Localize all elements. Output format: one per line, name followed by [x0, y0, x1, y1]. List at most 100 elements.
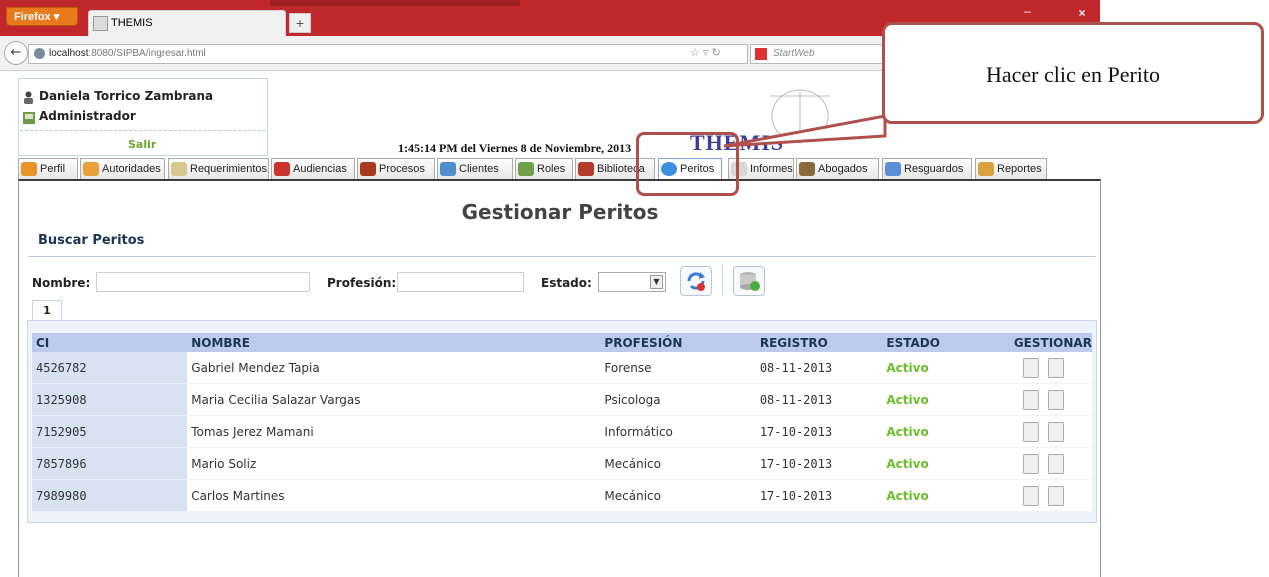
firefox-menu-button[interactable]: Firefox ▾ [6, 7, 78, 26]
cell-ci: 4526782 [32, 352, 188, 384]
tab-label: Roles [537, 163, 566, 175]
nombre-input[interactable] [96, 272, 310, 292]
tab-label: Requerimientos [190, 163, 268, 175]
column-header-registro: REGISTRO [755, 333, 883, 352]
close-icon: × [1078, 6, 1086, 20]
minimize-icon: – [1024, 4, 1031, 18]
cell-nombre: Carlos Martines [187, 479, 601, 512]
cell-gestionar [1009, 447, 1092, 480]
delete-icon[interactable] [1047, 389, 1064, 410]
browser-tab[interactable]: THEMIS [88, 10, 286, 36]
cell-ci: 7989980 [32, 479, 188, 512]
delete-icon[interactable] [1047, 421, 1064, 442]
edit-icon[interactable] [1022, 389, 1039, 410]
callout-pointer [723, 114, 887, 148]
url-path: :8080/SIPBA/ingresar.html [88, 48, 206, 59]
url-host: localhost [49, 48, 89, 59]
requirements-icon [171, 162, 187, 177]
cell-profesion: Psicologa [600, 383, 756, 416]
nombre-label: Nombre: [32, 276, 91, 290]
site-identity-icon [34, 48, 45, 59]
delete-icon[interactable] [1047, 453, 1064, 474]
safeguards-icon [885, 162, 901, 177]
cell-profesion: Informático [600, 415, 756, 448]
cell-estado: Activo [882, 415, 1010, 448]
tab-clientes[interactable]: Clientes [437, 158, 513, 180]
cell-registro: 17-10-2013 [755, 479, 883, 512]
user-role: Administrador [39, 109, 136, 123]
tab-label: Abogados [818, 163, 868, 175]
tab-resguardos[interactable]: Resguardos [882, 158, 972, 180]
table-header-row: CI NOMBRE PROFESIÓN REGISTRO ESTADO GEST… [32, 333, 1092, 352]
tab-perfil[interactable]: Perfil [18, 158, 78, 180]
cell-gestionar [1009, 479, 1092, 512]
titlebar-decoration [270, 0, 520, 6]
table-row: 7989980 Carlos Martines Mecánico 17-10-2… [32, 479, 1092, 512]
logout-link[interactable]: Salir [128, 138, 156, 151]
pagination-page-1[interactable]: 1 [32, 300, 62, 320]
processes-icon [360, 162, 376, 177]
user-role-row: Administrador [23, 105, 136, 124]
cell-nombre: Mario Soliz [187, 447, 601, 480]
cell-estado: Activo [882, 479, 1010, 512]
tab-requerimientos[interactable]: Requerimientos [168, 158, 269, 180]
cell-registro: 08-11-2013 [755, 352, 883, 384]
cell-nombre: Maria Cecilia Salazar Vargas [187, 383, 601, 416]
current-datetime: 1:45:14 PM del Viernes 8 de Noviembre, 2… [398, 141, 632, 155]
hearings-icon [274, 162, 290, 177]
cell-gestionar [1009, 415, 1092, 448]
refresh-button[interactable] [680, 266, 712, 296]
tab-procesos[interactable]: Procesos [357, 158, 435, 180]
tab-label: Audiencias [293, 163, 347, 175]
tab-roles[interactable]: Roles [515, 158, 573, 180]
tab-title: THEMIS [111, 17, 153, 29]
reports-icon [978, 162, 994, 177]
cell-ci: 7857896 [32, 447, 188, 480]
section-title: Buscar Peritos [38, 233, 145, 248]
tab-audiencias[interactable]: Audiencias [271, 158, 355, 180]
cell-profesion: Mecánico [600, 447, 756, 480]
delete-icon[interactable] [1047, 357, 1064, 378]
estado-label: Estado: [541, 276, 592, 290]
tab-label: Informes [750, 163, 793, 175]
bookmark-star-icon[interactable]: ☆ ▿ ↻ [690, 46, 721, 59]
divider [28, 256, 1096, 257]
add-perito-button[interactable] [733, 266, 765, 296]
profesion-label: Profesión: [327, 276, 397, 290]
estado-select[interactable]: ▼ [598, 272, 666, 292]
table-row: 1325908 Maria Cecilia Salazar Vargas Psi… [32, 383, 1092, 416]
profesion-input[interactable] [397, 272, 524, 292]
tab-reportes[interactable]: Reportes [975, 158, 1047, 180]
clients-icon [440, 162, 456, 177]
delete-icon[interactable] [1047, 485, 1064, 506]
table-row: 7152905 Tomas Jerez Mamani Informático 1… [32, 415, 1092, 448]
library-icon [578, 162, 594, 177]
table-row: 4526782 Gabriel Mendez Tapia Forense 08-… [32, 352, 1092, 384]
tab-abogados[interactable]: Abogados [796, 158, 879, 180]
column-header-ci: CI [32, 333, 188, 352]
page-title: Gestionar Peritos [461, 200, 659, 224]
table-row: 7857896 Mario Soliz Mecánico 17-10-2013 … [32, 447, 1092, 480]
cell-gestionar [1009, 383, 1092, 416]
cell-registro: 17-10-2013 [755, 415, 883, 448]
edit-icon[interactable] [1022, 453, 1039, 474]
column-header-gestionar: GESTIONAR [1009, 333, 1092, 352]
cell-nombre: Gabriel Mendez Tapia [187, 352, 601, 384]
tab-label: Clientes [459, 163, 499, 175]
profile-icon [21, 162, 37, 177]
edit-icon[interactable] [1022, 421, 1039, 442]
new-tab-button[interactable]: + [289, 13, 311, 33]
tab-autoridades[interactable]: Autoridades [80, 158, 165, 180]
refresh-icon [687, 272, 705, 291]
peritos-table: CI NOMBRE PROFESIÓN REGISTRO ESTADO GEST… [32, 333, 1092, 512]
edit-icon[interactable] [1022, 485, 1039, 506]
lawyers-icon [799, 162, 815, 177]
close-window-button[interactable]: × [1066, 3, 1098, 23]
edit-icon[interactable] [1022, 357, 1039, 378]
url-bar[interactable]: localhost:8080/SIPBA/ingresar.html [28, 44, 748, 64]
column-header-estado: ESTADO [882, 333, 1010, 352]
back-button[interactable]: ← [4, 41, 28, 65]
tab-label: Procesos [379, 163, 425, 175]
roles-icon [518, 162, 534, 177]
user-name-row: Daniela Torrico Zambrana [23, 85, 213, 104]
